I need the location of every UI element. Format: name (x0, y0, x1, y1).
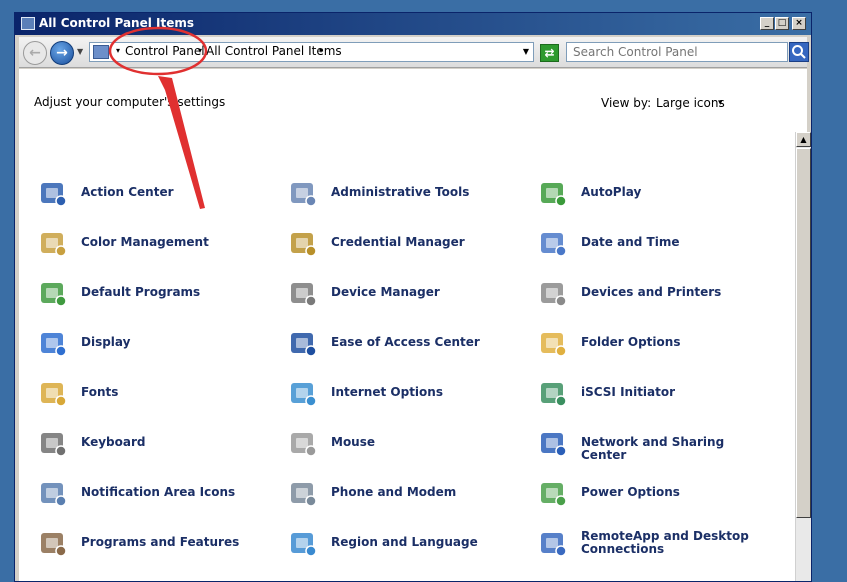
annotation-overlay (108, 26, 208, 209)
